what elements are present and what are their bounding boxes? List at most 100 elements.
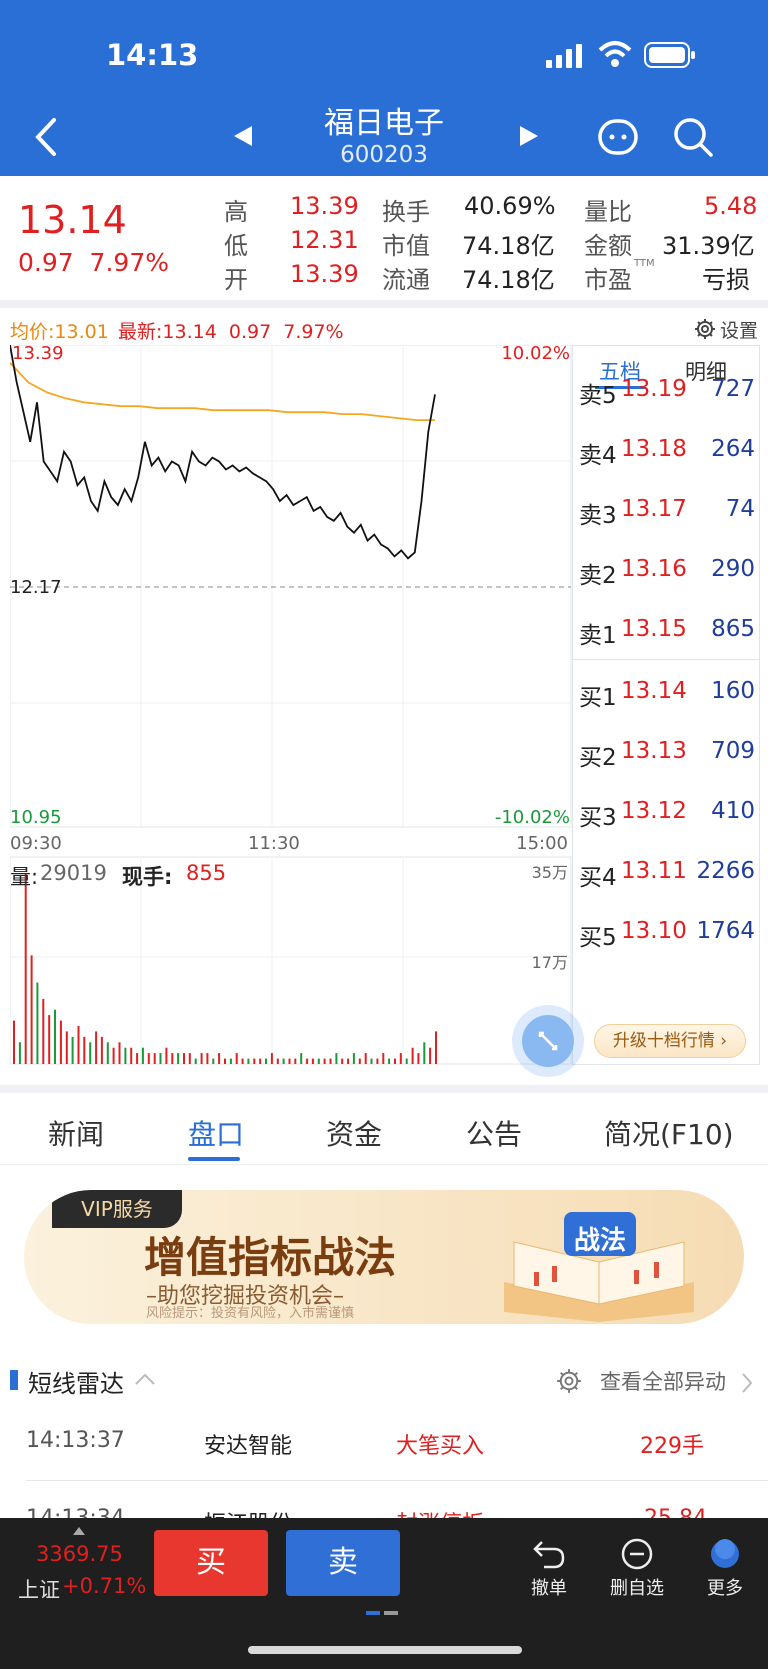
tab-news[interactable]: 新闻 (48, 1113, 104, 1153)
radar-row[interactable]: 14:13:37 安达智能 大笔买入 229手 (0, 1408, 768, 1476)
wifi-icon (598, 41, 632, 67)
back-icon[interactable] (30, 112, 66, 162)
buy-row: 买4 13.11 2266 (579, 852, 755, 892)
row-volume: 709 (711, 738, 755, 764)
sell-row: 卖4 13.18 264 (579, 430, 755, 470)
page-dots (366, 1600, 398, 1619)
buy-button[interactable]: 买 (154, 1530, 268, 1596)
buy-row: 买2 13.13 709 (579, 732, 755, 772)
tab-announcements[interactable]: 公告 (466, 1113, 522, 1153)
tab-funds[interactable]: 资金 (326, 1113, 382, 1153)
book-divider (573, 659, 759, 660)
radar-row[interactable]: 14:13:34 振江股份 封涨停板 25.84 (0, 1486, 768, 1518)
sell-row: 卖2 13.16 290 (579, 550, 755, 590)
chevron-up-icon[interactable] (134, 1372, 156, 1386)
volume-bar (212, 1058, 215, 1064)
volume-bar (224, 1058, 226, 1064)
short-radar-header: 短线雷达 查看全部异动 (0, 1360, 768, 1400)
tab-profile[interactable]: 简况(F10) (604, 1113, 734, 1153)
sell-button[interactable]: 卖 (286, 1530, 400, 1596)
volume-bar (188, 1053, 191, 1064)
more-button[interactable]: 更多 (690, 1528, 760, 1608)
next-stock-icon[interactable] (518, 124, 540, 148)
undo-order-button[interactable]: 撤单 (514, 1528, 584, 1608)
index-value[interactable]: 3369.75 (36, 1542, 123, 1566)
row-price: 13.16 (621, 556, 687, 582)
price-change: 0.97 7.97% (18, 248, 169, 277)
volume-bar (364, 1053, 367, 1064)
header: 14:13 福日电子 600203 (0, 0, 768, 176)
volume-bar (411, 1047, 414, 1064)
intraday-chart[interactable]: 13.39 10.02% 12.17 10.95 -10.02% 09:30 1… (9, 343, 572, 1065)
bottom-toolbar: 3369.75 上证 +0.71% 买 卖 撤单 删自选 更多 (0, 1518, 768, 1669)
volume-bar (241, 1058, 244, 1064)
turnover-label: 换手 (382, 198, 430, 226)
volume-bar (429, 1047, 432, 1064)
volume-bar (77, 1026, 80, 1064)
volume-bar (288, 1058, 291, 1064)
volume-bar (376, 1058, 379, 1064)
volume-bar (218, 1053, 221, 1064)
row-label: 买2 (579, 745, 617, 771)
banner-badge-text: 战法 (574, 1226, 627, 1256)
divider (0, 300, 768, 308)
volume-bar (399, 1053, 402, 1064)
volume-bar (171, 1053, 174, 1064)
volume-bar (130, 1047, 133, 1064)
price-layer (9, 344, 436, 560)
row-volume: 1764 (696, 918, 755, 944)
settings-label[interactable]: 设置 (720, 316, 758, 343)
volume-bar (394, 1058, 396, 1064)
prev-stock-icon[interactable] (232, 124, 254, 148)
volume-bar (13, 1020, 15, 1064)
row-volume: 264 (711, 436, 755, 462)
volume-bar (311, 1058, 314, 1064)
fullscreen-button[interactable] (512, 1005, 584, 1077)
remove-watchlist-button[interactable]: 删自选 (602, 1528, 672, 1608)
pe-value: 亏损 (702, 266, 750, 294)
robot-assistant-icon[interactable] (598, 117, 638, 157)
tab-handicap[interactable]: 盘口 (188, 1113, 244, 1153)
volume-bar (347, 1058, 350, 1064)
settings-icon[interactable] (556, 1368, 582, 1394)
volume-bar (83, 1036, 86, 1064)
volume-bar (276, 1058, 279, 1064)
home-indicator (248, 1646, 522, 1654)
market-cap-value: 74.18亿 (462, 232, 555, 260)
search-icon[interactable] (672, 116, 714, 158)
volume-bar (335, 1053, 338, 1064)
row-price: 13.10 (621, 918, 687, 944)
x-end-label: 15:00 (516, 833, 568, 854)
amount-value: 31.39亿 (662, 232, 755, 260)
row-price: 13.19 (621, 376, 687, 402)
settings-gear-icon[interactable] (694, 318, 716, 340)
order-book: 五档 明细 卖5 13.19 727 卖4 13.18 264 卖3 13.17 74 卖2… (572, 345, 760, 1065)
row-price: 13.13 (621, 738, 687, 764)
chevron-right-icon[interactable] (740, 1372, 754, 1394)
radar-title: 短线雷达 (28, 1370, 124, 1398)
volume-bar (259, 1058, 262, 1064)
view-all-alerts-link[interactable]: 查看全部异动 (600, 1366, 726, 1396)
vip-banner[interactable]: VIP服务 增值指标战法 –助您挖掘投资机会– 风险提示：投资有风险，入市需谨慎… (24, 1190, 744, 1324)
x-mid-label: 11:30 (248, 833, 300, 854)
content-tabs: 新闻 盘口 资金 公告 简况(F10) (0, 1095, 768, 1165)
volume-bar (417, 1053, 420, 1064)
buy-row: 买5 13.10 1764 (579, 912, 755, 952)
volume-bar (177, 1053, 180, 1064)
row-volume: 410 (711, 798, 755, 824)
radar-stock: 振江股份 (204, 1506, 292, 1518)
radar-value: 25.84 (644, 1506, 707, 1518)
high-value: 13.39 (290, 192, 359, 220)
sell-row: 卖1 13.15 865 (579, 610, 755, 650)
volume-bar (136, 1053, 139, 1064)
status-time: 14:13 (106, 38, 199, 72)
index-name: 上证 (18, 1578, 60, 1602)
vip-badge: VIP服务 (52, 1190, 182, 1228)
volume-bar (165, 1047, 168, 1064)
vol-mid-label: 17万 (531, 953, 568, 972)
volume-ratio-value: 5.48 (704, 192, 758, 220)
upgrade-ten-level-button[interactable]: 升级十档行情 › (594, 1024, 746, 1058)
volume-bar (112, 1047, 115, 1064)
volume-bar (200, 1053, 203, 1064)
row-volume: 865 (711, 616, 755, 642)
